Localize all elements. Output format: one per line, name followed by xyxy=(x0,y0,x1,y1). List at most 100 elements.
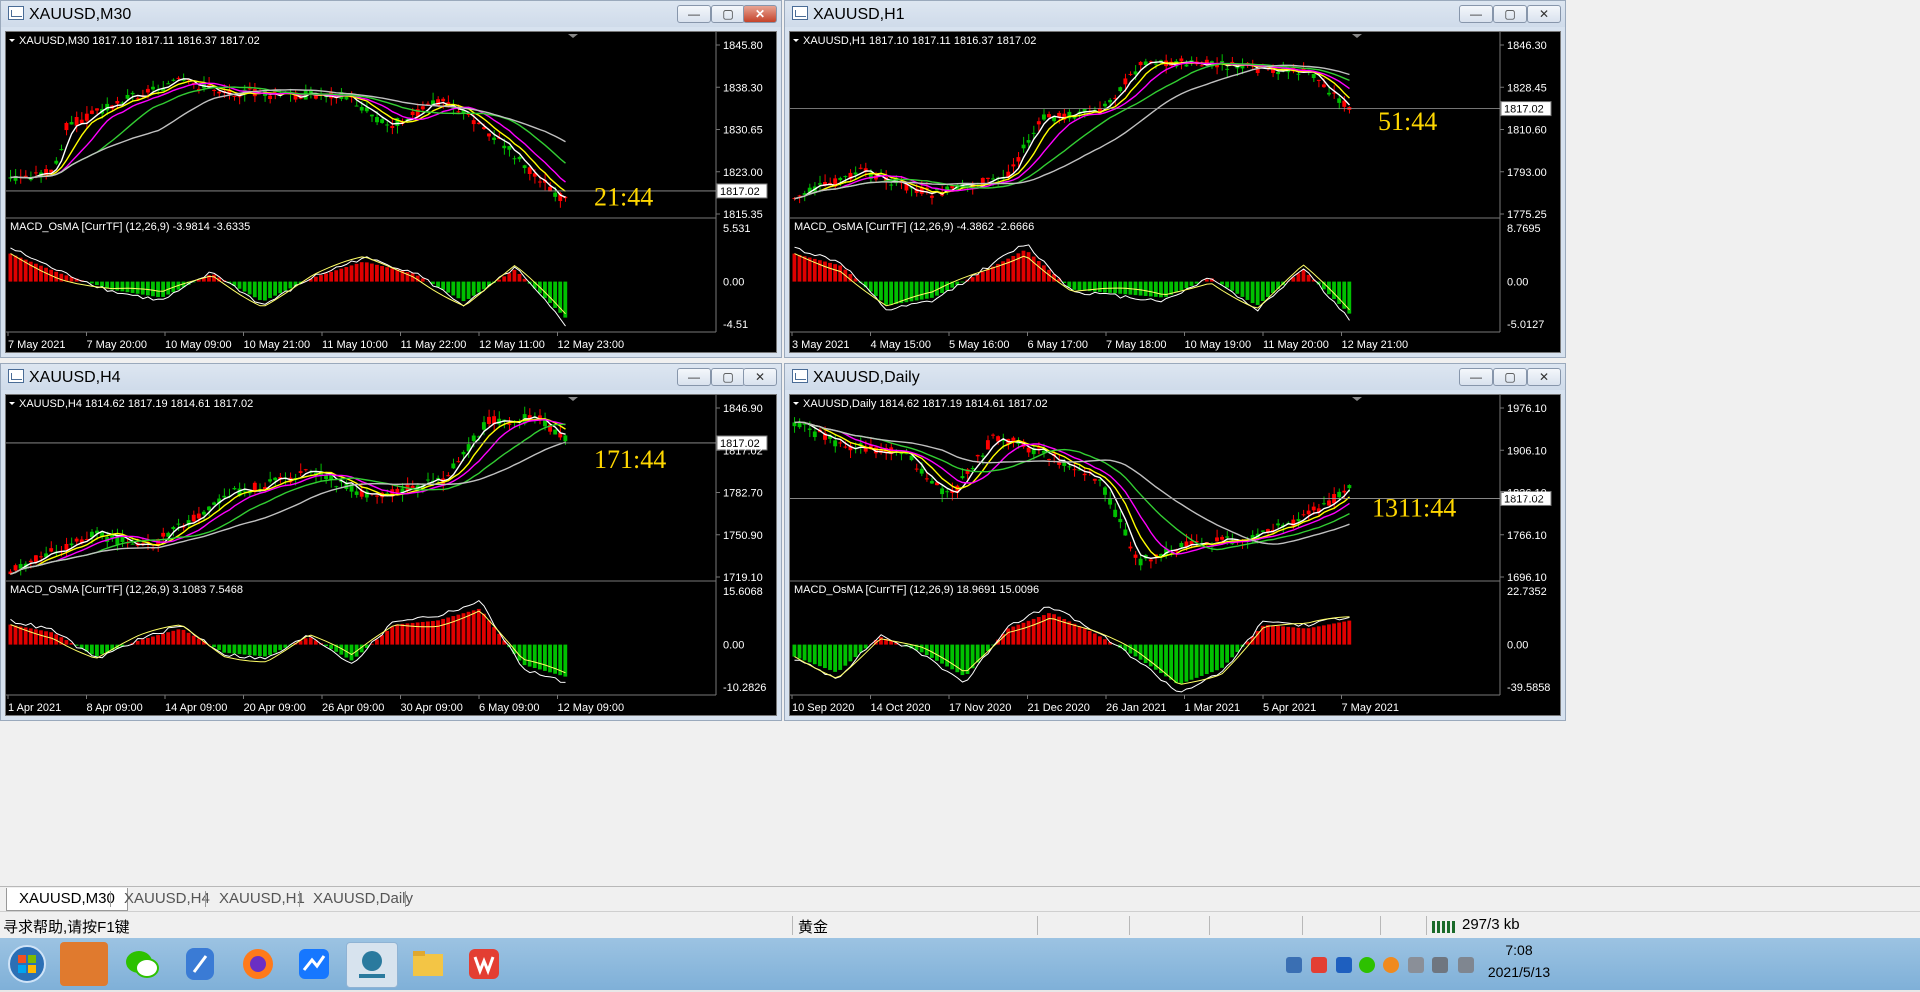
notes-icon[interactable] xyxy=(176,942,224,986)
start-button[interactable] xyxy=(4,942,50,986)
price-axis-label: 1817.02 xyxy=(723,445,763,457)
candle-body xyxy=(1154,64,1158,65)
ma-grey-line xyxy=(795,422,1350,544)
candle-body xyxy=(492,138,496,140)
time-axis-label: 7 May 18:00 xyxy=(1106,339,1167,351)
candle-body xyxy=(991,178,995,179)
candle-body xyxy=(75,539,79,542)
tray-app-icon[interactable] xyxy=(1286,957,1302,973)
chart-window-daily[interactable]: XAUUSD,Daily — ▢ ✕ 1817.021311:44XAUUSD,… xyxy=(784,363,1566,721)
maximize-button[interactable]: ▢ xyxy=(711,5,745,23)
tray-wechat-icon[interactable] xyxy=(1359,957,1375,973)
candle-body xyxy=(1220,61,1224,63)
maximize-button[interactable]: ▢ xyxy=(1493,368,1527,386)
ma-grey-line xyxy=(11,90,566,178)
candle-body xyxy=(34,172,38,173)
maximize-button[interactable]: ▢ xyxy=(1493,5,1527,23)
tray-orange-icon[interactable] xyxy=(1383,957,1399,973)
macd-histogram-bar xyxy=(1337,623,1341,645)
current-price-label: 1817.02 xyxy=(1504,104,1544,116)
macd-histogram-bar xyxy=(166,632,170,644)
chart-window-m30[interactable]: XAUUSD,M30 — ▢ ✕ 1817.0221:44XAUUSD,M30 … xyxy=(0,0,782,358)
candle-body xyxy=(457,111,461,112)
school-app-icon[interactable] xyxy=(346,942,398,988)
file-explorer-icon[interactable] xyxy=(404,942,452,986)
macd-histogram-bar xyxy=(548,645,552,673)
macd-histogram-bar xyxy=(309,637,313,644)
chart-canvas[interactable]: 1817.02171:44XAUUSD,H4 1814.62 1817.19 1… xyxy=(5,394,777,716)
tab-divider xyxy=(405,891,406,907)
maximize-button[interactable]: ▢ xyxy=(711,368,745,386)
close-button[interactable]: ✕ xyxy=(1527,368,1561,386)
lark-icon[interactable] xyxy=(290,942,338,986)
candle-body xyxy=(59,149,63,150)
chart-svg[interactable]: 1817.021311:44XAUUSD,Daily 1814.62 1817.… xyxy=(790,395,1562,717)
macd-histogram-bar xyxy=(197,639,201,645)
close-button[interactable]: ✕ xyxy=(743,368,777,386)
candle-body xyxy=(1123,529,1127,535)
minimize-button[interactable]: — xyxy=(677,5,711,23)
macd-axis-label: -10.2826 xyxy=(723,682,766,694)
candle-body xyxy=(502,146,506,148)
title-bar[interactable]: XAUUSD,M30 — ▢ ✕ xyxy=(1,1,781,27)
wps-office-icon[interactable] xyxy=(460,942,508,986)
tray-volume-icon[interactable] xyxy=(1432,957,1448,973)
candle-body xyxy=(986,440,990,449)
macd-histogram-bar xyxy=(14,626,18,645)
media-player-icon[interactable] xyxy=(60,942,108,986)
macd-histogram-bar xyxy=(487,620,491,644)
status-divider xyxy=(1380,916,1381,935)
minimize-button[interactable]: — xyxy=(1459,368,1493,386)
macd-histogram-bar xyxy=(9,625,13,645)
macd-histogram-bar xyxy=(268,282,272,298)
macd-histogram-bar xyxy=(334,270,338,281)
candle-body xyxy=(171,80,175,81)
candle-body xyxy=(838,178,842,180)
minimize-button[interactable]: — xyxy=(1459,5,1493,23)
macd-histogram-bar xyxy=(1225,282,1229,288)
macd-histogram-bar xyxy=(1042,615,1046,645)
chart-canvas[interactable]: 1817.0251:44XAUUSD,H1 1817.10 1817.11 18… xyxy=(789,31,1561,353)
minimize-button[interactable]: — xyxy=(677,368,711,386)
close-button[interactable]: ✕ xyxy=(1527,5,1561,23)
chart-svg[interactable]: 1817.0251:44XAUUSD,H1 1817.10 1817.11 18… xyxy=(790,32,1562,354)
macd-histogram-bar xyxy=(222,645,226,653)
macd-histogram-bar xyxy=(273,645,277,653)
title-bar[interactable]: XAUUSD,H4 — ▢ ✕ xyxy=(1,364,781,390)
macd-histogram-bar xyxy=(1144,645,1148,663)
chart-header-ohlc: XAUUSD,H4 1814.62 1817.19 1814.61 1817.0… xyxy=(19,398,253,410)
macd-histogram-bar xyxy=(1266,282,1270,297)
chart-svg[interactable]: 1817.0221:44XAUUSD,M30 1817.10 1817.11 1… xyxy=(6,32,778,354)
status-traffic: 297/3 kb xyxy=(1462,916,1520,933)
chart-canvas[interactable]: 1817.0221:44XAUUSD,M30 1817.10 1817.11 1… xyxy=(5,31,777,353)
taskbar-date[interactable]: 2021/5/13 xyxy=(1484,964,1554,980)
status-divider xyxy=(792,916,793,935)
tray-shield-icon[interactable] xyxy=(1336,957,1352,973)
candle-body xyxy=(70,544,74,546)
chart-svg[interactable]: 1817.02171:44XAUUSD,H4 1814.62 1817.19 1… xyxy=(6,395,778,717)
close-button[interactable]: ✕ xyxy=(743,5,777,23)
title-bar[interactable]: XAUUSD,Daily — ▢ ✕ xyxy=(785,364,1565,390)
chart-window-h4[interactable]: XAUUSD,H4 — ▢ ✕ 1817.02171:44XAUUSD,H4 1… xyxy=(0,363,782,721)
chart-canvas[interactable]: 1817.021311:44XAUUSD,Daily 1814.62 1817.… xyxy=(789,394,1561,716)
taskbar-time[interactable]: 7:08 xyxy=(1486,942,1552,958)
wechat-icon[interactable] xyxy=(118,942,166,986)
tab-xauusd-daily[interactable]: XAUUSD,Daily xyxy=(301,888,425,910)
macd-histogram-bar xyxy=(961,282,965,283)
tray-network-icon[interactable] xyxy=(1408,957,1424,973)
macd-histogram-bar xyxy=(1235,645,1239,652)
title-bar[interactable]: XAUUSD,H1 — ▢ ✕ xyxy=(785,1,1565,27)
macd-histogram-bar xyxy=(920,282,924,300)
time-axis-label: 5 Apr 2021 xyxy=(1263,702,1316,714)
firefox-icon[interactable] xyxy=(234,942,282,986)
candle-body xyxy=(390,126,394,128)
time-axis-label: 6 May 09:00 xyxy=(479,702,540,714)
candle-body xyxy=(1032,133,1036,134)
candle-body xyxy=(80,120,84,124)
tray-wps-icon[interactable] xyxy=(1311,957,1327,973)
tray-display-icon[interactable] xyxy=(1458,957,1474,973)
macd-histogram-bar xyxy=(248,645,252,655)
chart-window-h1[interactable]: XAUUSD,H1 — ▢ ✕ 1817.0251:44XAUUSD,H1 18… xyxy=(784,0,1566,358)
macd-histogram-bar xyxy=(319,275,323,281)
candle-body xyxy=(843,176,847,177)
